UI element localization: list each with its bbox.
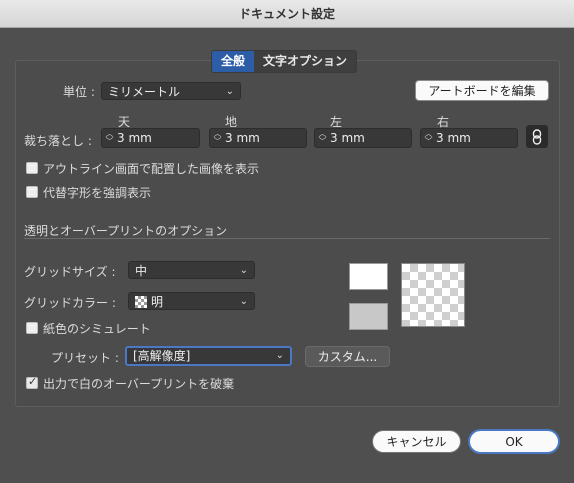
grid-size-select[interactable]: 中 ⌄	[128, 261, 255, 279]
bleed-label: 裁ち落とし :	[24, 134, 92, 148]
tab-type-options[interactable]: 文字オプション	[254, 51, 356, 72]
grid-size-label: グリッドサイズ :	[24, 265, 116, 279]
preset-value: [高解像度]	[133, 349, 191, 363]
ok-button[interactable]: OK	[468, 429, 560, 454]
stepper-arrows-icon[interactable]: ︿ ﹀	[424, 130, 433, 146]
chevron-down-icon: ⌄	[225, 86, 234, 97]
chain-link-icon	[532, 128, 542, 145]
preset-select[interactable]: [高解像度] ⌄	[125, 346, 292, 366]
stepper-arrows-icon[interactable]: ︿ ﹀	[105, 130, 114, 146]
transparency-heading: 透明とオーバープリントのオプション	[24, 224, 228, 238]
units-label: 単位 :	[63, 85, 95, 99]
bleed-right-field[interactable]: ︿ ﹀ 3 mm	[420, 128, 518, 148]
bleed-top-field[interactable]: ︿ ﹀ 3 mm	[101, 128, 200, 148]
link-bleed-button[interactable]	[526, 125, 548, 148]
grid-color-select[interactable]: 明 ⌄	[128, 292, 255, 310]
chevron-down-icon: ⌄	[239, 296, 248, 307]
preset-label: プリセット :	[51, 351, 119, 365]
window-title: ドキュメント設定	[0, 0, 574, 28]
bleed-top-value: 3 mm	[117, 131, 152, 145]
custom-button[interactable]: カスタム...	[305, 346, 390, 367]
units-select[interactable]: ミリメートル ⌄	[101, 82, 241, 100]
discard-white-overprint-checkbox[interactable]	[26, 375, 38, 389]
discard-white-overprint-label: 出力で白のオーバープリントを破棄	[43, 377, 235, 391]
highlight-glyphs-checkbox[interactable]	[26, 186, 38, 198]
section-divider	[24, 238, 550, 239]
checker-swatch-icon	[135, 296, 147, 308]
chevron-down-icon: ⌄	[275, 350, 284, 361]
bleed-left-field[interactable]: ︿ ﹀ 3 mm	[314, 128, 412, 148]
show-images-outline-checkbox[interactable]	[26, 162, 38, 174]
simulate-paper-checkbox[interactable]	[26, 322, 38, 334]
simulate-paper-label: 紙色のシミュレート	[43, 322, 151, 336]
tab-bar: 全般 文字オプション	[211, 50, 358, 73]
grid-size-value: 中	[135, 264, 148, 278]
bleed-right-value: 3 mm	[436, 131, 471, 145]
grid-color-swatch-bottom[interactable]	[349, 303, 388, 330]
stepper-arrows-icon[interactable]: ︿ ﹀	[318, 130, 327, 146]
grid-color-label: グリッドカラー :	[24, 296, 116, 310]
units-value: ミリメートル	[108, 85, 181, 99]
grid-color-value: 明	[151, 295, 164, 309]
bleed-bottom-value: 3 mm	[225, 131, 260, 145]
chevron-down-icon: ⌄	[239, 265, 248, 276]
tab-general[interactable]: 全般	[212, 51, 255, 72]
transparency-grid-preview	[401, 263, 465, 327]
highlight-glyphs-label: 代替字形を強調表示	[43, 186, 152, 200]
show-images-outline-label: アウトライン画面で配置した画像を表示	[43, 162, 260, 176]
bleed-bottom-field[interactable]: ︿ ﹀ 3 mm	[209, 128, 307, 148]
cancel-button[interactable]: キャンセル	[372, 430, 461, 453]
bleed-left-value: 3 mm	[330, 131, 365, 145]
edit-artboards-button[interactable]: アートボードを編集	[415, 80, 549, 101]
stepper-arrows-icon[interactable]: ︿ ﹀	[213, 130, 222, 146]
grid-color-swatch-top[interactable]	[349, 263, 388, 290]
